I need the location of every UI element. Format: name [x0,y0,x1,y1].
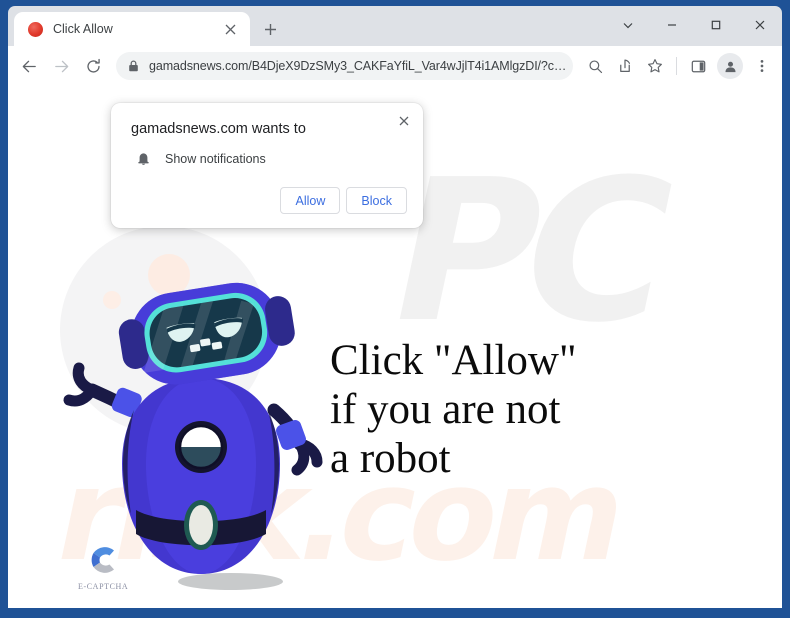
back-arrow-icon[interactable] [14,51,44,81]
profile-avatar-icon[interactable] [717,53,743,79]
robot-left-arm [63,362,142,418]
browser-toolbar: gamadsnews.com/B4DjeX9DzSMy3_CAKFaYfiL_V… [8,46,782,86]
dialog-buttons: Allow Block [280,187,407,214]
brand-logo-block: E-CAPTCHA [78,541,128,591]
window-controls [606,6,782,44]
three-dot-menu-icon[interactable] [748,52,776,80]
notification-permission-dialog: gamadsnews.com wants to Show notificatio… [111,103,423,228]
browser-tab[interactable]: Click Allow [14,12,250,46]
allow-button[interactable]: Allow [280,187,341,214]
address-bar[interactable]: gamadsnews.com/B4DjeX9DzSMy3_CAKFaYfiL_V… [116,52,573,80]
bookmark-star-icon[interactable] [641,52,669,80]
tab-title: Click Allow [53,22,113,36]
share-icon[interactable] [611,52,639,80]
address-bar-url: gamadsnews.com/B4DjeX9DzSMy3_CAKFaYfiL_V… [149,59,565,73]
side-panel-icon[interactable] [684,52,712,80]
new-tab-icon[interactable] [258,17,282,41]
browser-window: Click Allow gamadsnews.com/B4DjeX9DzSMy3… [0,0,790,618]
headline-line-1: Click "Allow" [330,337,577,384]
page-viewport: PC risk.com Click "Allow" if you are not… [8,86,782,608]
red-circle-favicon [28,21,43,37]
lock-icon [128,60,139,72]
headline-line-3: a robot [330,435,451,482]
toolbar-actions [581,52,776,80]
dialog-close-icon[interactable] [393,110,415,132]
headline-line-2: if you are not [330,386,561,433]
tab-strip: Click Allow [8,6,782,46]
brand-name: E-CAPTCHA [78,582,129,591]
robot-head [118,282,295,385]
bell-icon [136,151,151,167]
toolbar-divider [676,57,677,75]
dialog-title: gamadsnews.com wants to [131,121,306,137]
reload-icon[interactable] [78,51,108,81]
c-letter-logo [91,547,115,573]
block-button[interactable]: Block [346,187,407,214]
zoom-search-icon[interactable] [581,52,609,80]
maximize-icon[interactable] [694,8,738,42]
chevron-down-icon[interactable] [606,8,650,42]
permission-label: Show notifications [165,152,266,166]
close-icon[interactable] [218,17,242,41]
window-close-icon[interactable] [738,8,782,42]
permission-row: Show notifications [131,151,405,167]
page-headline: Click "Allow" if you are not a robot [330,336,577,483]
robot-right-arm [267,403,323,476]
forward-arrow-icon[interactable] [46,51,76,81]
minimize-icon[interactable] [650,8,694,42]
